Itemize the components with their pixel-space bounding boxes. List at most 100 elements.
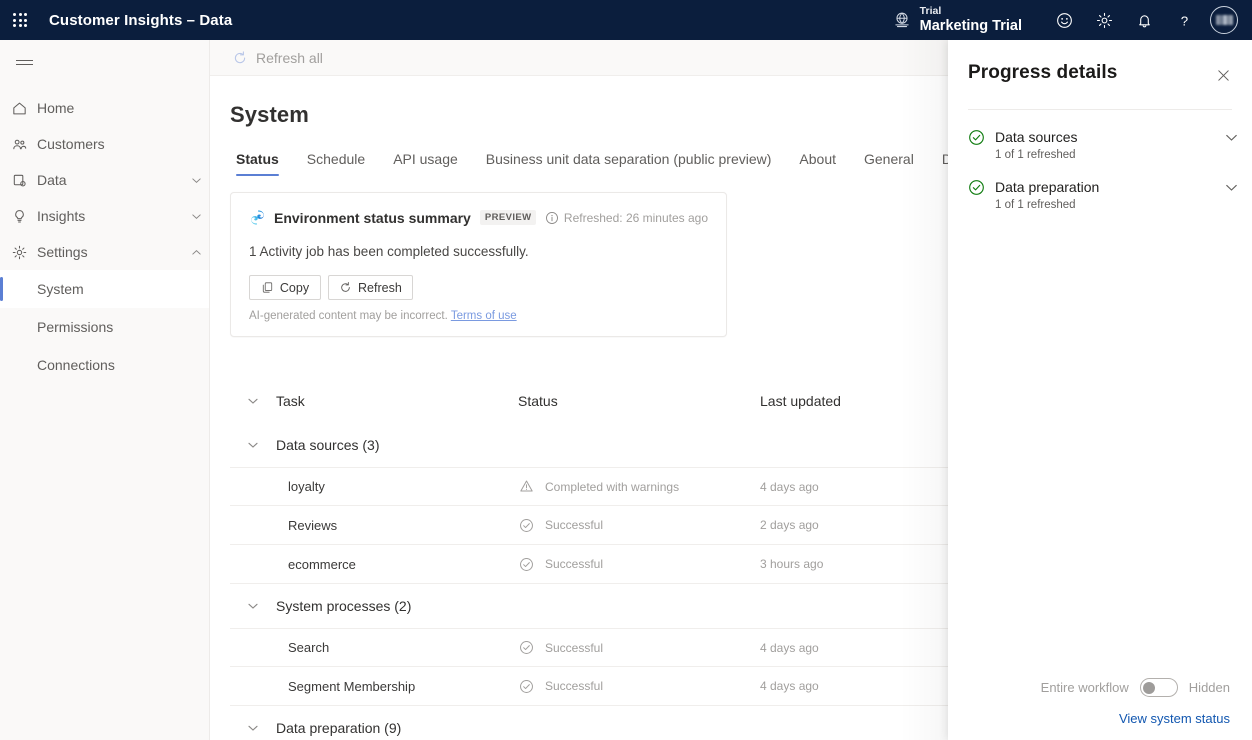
chevron-down-icon[interactable] — [230, 600, 276, 612]
progress-item-data-sources[interactable]: Data sources 1 of 1 refreshed — [968, 128, 1238, 161]
row-task-name: Reviews — [276, 518, 518, 533]
tab-business-unit-data-separation[interactable]: Business unit data separation (public pr… — [472, 151, 786, 176]
sidebar-item-data[interactable]: Data — [0, 162, 209, 198]
app-title: Customer Insights – Data — [49, 12, 232, 29]
row-status-text: Successful — [545, 557, 603, 571]
row-status: Completed with warnings — [518, 478, 760, 495]
row-last-updated: 2 days ago — [760, 518, 980, 532]
row-last-updated: 4 days ago — [760, 641, 980, 655]
row-status-text: Successful — [545, 641, 603, 655]
check-circle-icon — [968, 129, 985, 146]
tab-api-usage[interactable]: API usage — [379, 151, 472, 176]
row-status-text: Successful — [545, 518, 603, 532]
refresh-label: Refresh — [358, 281, 402, 295]
sidebar-item-customers[interactable]: Customers — [0, 126, 209, 162]
tab-label: Status — [236, 151, 279, 167]
summary-card-actions: Copy Refresh — [249, 275, 708, 300]
row-task-name: ecommerce — [276, 557, 518, 572]
close-button[interactable] — [1210, 62, 1236, 88]
collapse-all-chevron-icon[interactable] — [230, 395, 276, 407]
row-last-updated: 3 hours ago — [760, 557, 980, 571]
sidebar-item-home[interactable]: Home — [0, 90, 209, 126]
chevron-up-icon[interactable] — [183, 247, 209, 258]
environment-kind: Trial — [920, 6, 1022, 18]
top-navigation-bar: Customer Insights – Data Trial Marketing… — [0, 0, 1252, 40]
info-icon — [545, 211, 559, 225]
sidebar-item-permissions[interactable]: Permissions — [0, 308, 209, 346]
info-button[interactable] — [545, 211, 559, 225]
sidebar-item-label: Home — [37, 100, 183, 116]
sidebar-item-insights[interactable]: Insights — [0, 198, 209, 234]
feedback-button[interactable] — [1044, 0, 1084, 40]
refresh-button[interactable]: Refresh — [328, 275, 413, 300]
chevron-down-icon[interactable] — [183, 211, 209, 222]
progress-item-subtext: 1 of 1 refreshed — [995, 199, 1225, 211]
chevron-down-icon[interactable] — [1225, 128, 1238, 144]
row-status-text: Successful — [545, 679, 603, 693]
sidebar-toggle-button[interactable] — [2, 40, 46, 84]
row-status: Successful — [518, 517, 760, 534]
sidebar-item-connections[interactable]: Connections — [0, 346, 209, 384]
progress-details-panel: Progress details Data sources 1 of 1 ref… — [948, 40, 1252, 740]
sidebar-item-label: Data — [37, 172, 183, 188]
notifications-button[interactable] — [1124, 0, 1164, 40]
tab-general[interactable]: General — [850, 151, 928, 176]
terms-of-use-link[interactable]: Terms of use — [451, 310, 517, 322]
check-circle-icon — [518, 556, 535, 573]
check-circle-icon — [518, 678, 535, 695]
chevron-down-icon[interactable] — [230, 722, 276, 734]
refresh-all-button[interactable]: Refresh all — [226, 46, 329, 70]
sidebar-item-label: Settings — [37, 244, 183, 260]
sidebar-item-system[interactable]: System — [0, 270, 209, 308]
environment-name: Marketing Trial — [920, 18, 1022, 34]
insights-bulb-icon — [11, 208, 37, 225]
settings-button[interactable] — [1084, 0, 1124, 40]
copilot-swirl-icon — [249, 209, 266, 226]
copy-label: Copy — [280, 281, 309, 295]
chevron-down-icon[interactable] — [1225, 178, 1238, 194]
account-button[interactable] — [1204, 0, 1244, 40]
column-header-status: Status — [518, 393, 760, 409]
topbar-icon-group: ? — [1044, 0, 1244, 40]
help-button[interactable]: ? — [1164, 0, 1204, 40]
toggle-state-label: Hidden — [1189, 680, 1230, 695]
sidebar-item-label: Insights — [37, 208, 183, 224]
refresh-icon — [339, 281, 352, 294]
tab-about[interactable]: About — [785, 151, 850, 176]
left-sidebar: Home Customers Data — [0, 40, 210, 740]
column-header-last-updated: Last updated — [760, 393, 980, 409]
tab-schedule[interactable]: Schedule — [293, 151, 379, 176]
environment-switcher[interactable]: Trial Marketing Trial — [893, 6, 1022, 34]
toggle-knob — [1143, 682, 1155, 694]
tab-status[interactable]: Status — [230, 151, 293, 176]
copy-button[interactable]: Copy — [249, 275, 321, 300]
warning-triangle-icon — [518, 478, 535, 495]
row-status: Successful — [518, 639, 760, 656]
hamburger-icon-line — [16, 60, 33, 61]
tab-label: Business unit data separation (public pr… — [486, 151, 772, 167]
tab-label: General — [864, 151, 914, 167]
chevron-down-icon[interactable] — [183, 175, 209, 186]
ai-disclaimer-text: AI-generated content may be incorrect. — [249, 310, 448, 322]
tab-label: Schedule — [307, 151, 365, 167]
waffle-icon — [13, 13, 27, 27]
summary-card-title: Environment status summary — [274, 210, 471, 226]
row-status: Successful — [518, 556, 760, 573]
group-label: Data preparation (9) — [276, 720, 518, 736]
gear-icon — [1095, 11, 1114, 30]
summary-refreshed-timestamp: Refreshed: 26 minutes ago — [564, 211, 708, 225]
panel-title: Progress details — [968, 62, 1117, 84]
summary-card-body: 1 Activity job has been completed succes… — [249, 244, 708, 259]
entire-workflow-label: Entire workflow — [1041, 680, 1129, 695]
tab-label: API usage — [393, 151, 458, 167]
sidebar-item-settings[interactable]: Settings — [0, 234, 209, 270]
chevron-down-icon[interactable] — [230, 439, 276, 451]
avatar-blurred-image — [1216, 15, 1233, 25]
view-system-status-link[interactable]: View system status — [1119, 711, 1230, 726]
svg-text:?: ? — [1180, 13, 1187, 28]
sidebar-subitem-label: Connections — [37, 357, 115, 373]
progress-item-data-preparation[interactable]: Data preparation 1 of 1 refreshed — [968, 178, 1238, 211]
row-last-updated: 4 days ago — [760, 480, 980, 494]
entire-workflow-toggle[interactable] — [1140, 678, 1178, 697]
app-launcher-button[interactable] — [0, 0, 40, 40]
